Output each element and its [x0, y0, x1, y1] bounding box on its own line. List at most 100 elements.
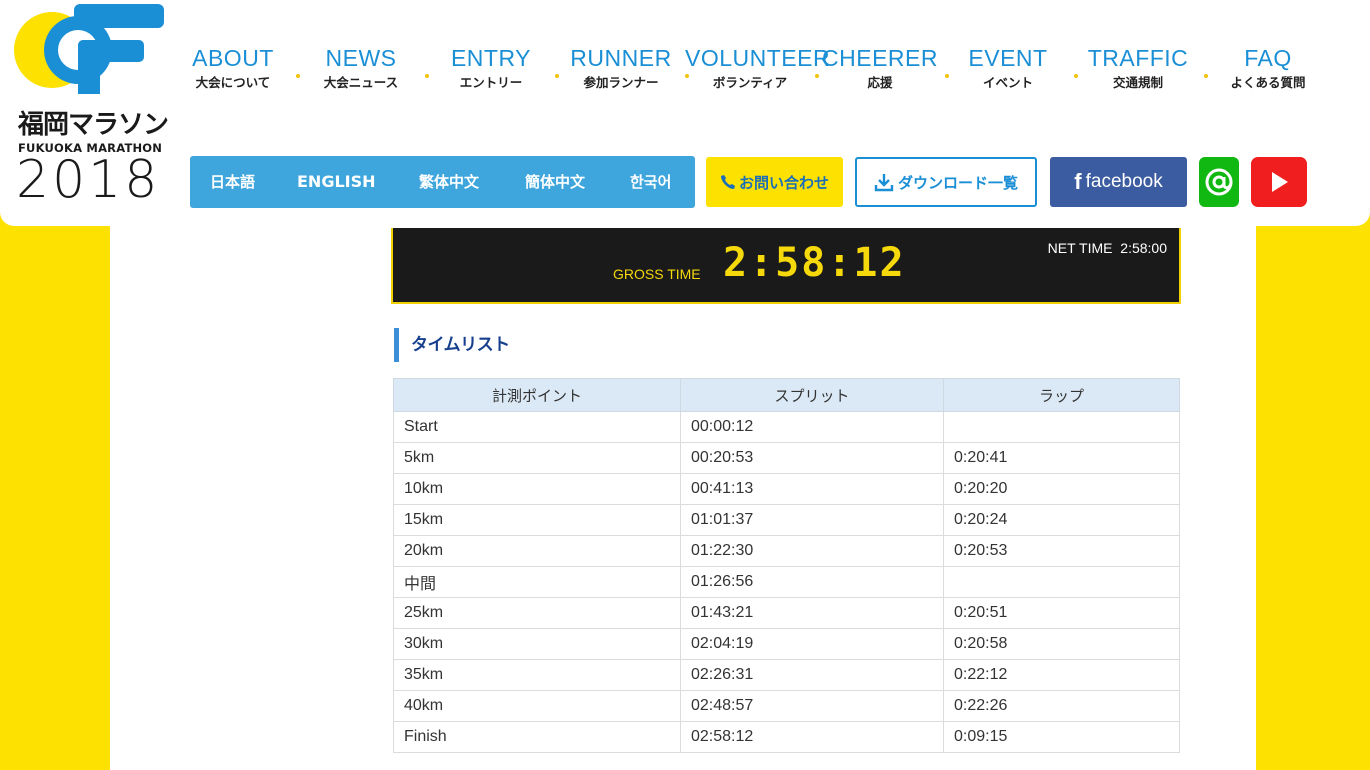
fukuoka-marathon-logo-mark — [14, 4, 164, 94]
download-icon — [874, 174, 894, 192]
nav-item-about[interactable]: ABOUT 大会について — [168, 44, 298, 92]
download-list-button[interactable]: ダウンロード一覧 — [855, 157, 1037, 207]
nav-item-event[interactable]: EVENT イベント — [943, 44, 1073, 92]
split-cell: 02:26:31 — [680, 659, 944, 691]
table-row: Start 00:00:12 — [393, 411, 1180, 443]
site-logo[interactable]: 福岡マラソン FUKUOKA MARATHON 2018 — [14, 4, 169, 210]
column-header-split: スプリット — [680, 378, 944, 412]
table-row: 10km 00:41:13 0:20:20 — [393, 473, 1180, 505]
checkpoint-cell: Start — [393, 411, 681, 443]
split-cell: 00:00:12 — [680, 411, 944, 443]
table-row: Finish 02:58:12 0:09:15 — [393, 721, 1180, 753]
contact-button[interactable]: お問い合わせ — [706, 157, 843, 207]
nav-label-jp: よくある質問 — [1230, 75, 1306, 90]
table-row: 15km 01:01:37 0:20:24 — [393, 504, 1180, 536]
table-row: 40km 02:48:57 0:22:26 — [393, 690, 1180, 722]
gross-time-label: GROSS TIME — [613, 266, 701, 282]
logo-title-jp: 福岡マラソン — [18, 110, 169, 140]
nav-label-jp: 参加ランナー — [583, 75, 659, 90]
checkpoint-cell: 40km — [393, 690, 681, 722]
race-timer: GROSS TIME 2:58:12 NET TIME 2:58:00 — [391, 228, 1181, 304]
column-header-lap: ラップ — [943, 378, 1180, 412]
nav-label-en: ABOUT — [192, 45, 274, 71]
table-row: 20km 01:22:30 0:20:53 — [393, 535, 1180, 567]
nav-item-faq[interactable]: FAQ よくある質問 — [1203, 44, 1333, 92]
lang-japanese[interactable]: 日本語 — [210, 156, 255, 208]
table-header-row: 計測ポイント スプリット ラップ — [393, 378, 1180, 412]
checkpoint-cell: 15km — [393, 504, 681, 536]
facebook-button-label: facebook — [1085, 171, 1163, 192]
lap-cell: 0:09:15 — [943, 721, 1180, 753]
split-cell: 01:01:37 — [680, 504, 944, 536]
phone-icon — [720, 175, 735, 189]
language-switcher: 日本語 ENGLISH 繁体中文 簡体中文 한국어 — [190, 156, 695, 208]
table-row: 5km 00:20:53 0:20:41 — [393, 442, 1180, 474]
contact-button-label: お問い合わせ — [738, 173, 829, 192]
split-cell: 02:48:57 — [680, 690, 944, 722]
nav-label-jp: イベント — [982, 75, 1033, 90]
nav-item-cheerer[interactable]: CHEERER 応援 — [815, 44, 945, 92]
checkpoint-cell: 30km — [393, 628, 681, 660]
checkpoint-cell: 35km — [393, 659, 681, 691]
download-button-label: ダウンロード一覧 — [897, 173, 1018, 192]
checkpoint-cell: 5km — [393, 442, 681, 474]
table-row: 30km 02:04:19 0:20:58 — [393, 628, 1180, 660]
checkpoint-cell: 中間 — [393, 566, 681, 598]
nav-label-en: ENTRY — [450, 45, 532, 71]
checkpoint-cell: 25km — [393, 597, 681, 629]
nav-label-en: FAQ — [1244, 45, 1292, 71]
youtube-button[interactable] — [1251, 157, 1307, 207]
split-cell: 01:26:56 — [680, 566, 944, 598]
nav-item-traffic[interactable]: TRAFFIC 交通規制 — [1073, 44, 1203, 92]
nav-item-runner[interactable]: RUNNER 参加ランナー — [556, 44, 686, 92]
checkpoint-cell: 10km — [393, 473, 681, 505]
table-row: 中間 01:26:56 — [393, 566, 1180, 598]
lap-cell: 0:20:24 — [943, 504, 1180, 536]
site-header: 福岡マラソン FUKUOKA MARATHON 2018 ABOUT 大会につい… — [0, 0, 1370, 226]
nav-label-en: EVENT — [968, 45, 1048, 71]
nav-label-en: VOLUNTEER — [685, 45, 831, 71]
checkpoint-cell: Finish — [393, 721, 681, 753]
main-nav: ABOUT 大会について NEWS 大会ニュース ENTRY エントリー RUN… — [168, 44, 1338, 100]
nav-item-entry[interactable]: ENTRY エントリー — [426, 44, 556, 92]
checkpoint-cell: 20km — [393, 535, 681, 567]
facebook-f-icon: f — [1074, 169, 1082, 194]
nav-label-jp: エントリー — [459, 75, 523, 90]
lap-cell: 0:20:51 — [943, 597, 1180, 629]
split-cell: 01:22:30 — [680, 535, 944, 567]
lap-cell — [943, 411, 1180, 443]
lang-korean[interactable]: 한국어 — [630, 156, 671, 208]
lap-cell: 0:20:58 — [943, 628, 1180, 660]
youtube-play-icon — [1272, 172, 1288, 192]
split-cell: 00:41:13 — [680, 473, 944, 505]
net-time-value: 2:58:00 — [1120, 240, 1167, 256]
nav-label-en: TRAFFIC — [1087, 45, 1189, 71]
split-cell: 02:58:12 — [680, 721, 944, 753]
nav-item-news[interactable]: NEWS 大会ニュース — [296, 44, 426, 92]
line-at-icon — [1205, 168, 1233, 196]
line-button[interactable] — [1199, 157, 1239, 207]
lap-cell: 0:20:41 — [943, 442, 1180, 474]
lap-cell — [943, 566, 1180, 598]
lap-cell: 0:22:26 — [943, 690, 1180, 722]
nav-label-en: CHEERER — [822, 45, 938, 71]
nav-label-jp: 大会について — [195, 75, 271, 90]
lang-traditional-chinese[interactable]: 繁体中文 — [419, 156, 479, 208]
nav-label-en: RUNNER — [570, 45, 672, 71]
split-cell: 00:20:53 — [680, 442, 944, 474]
table-row: 25km 01:43:21 0:20:51 — [393, 597, 1180, 629]
section-title: タイムリスト — [394, 328, 510, 362]
facebook-button[interactable]: f facebook — [1050, 157, 1187, 207]
nav-label-jp: ボランティア — [712, 75, 788, 90]
logo-year: 2018 — [16, 150, 161, 210]
lang-simplified-chinese[interactable]: 簡体中文 — [525, 156, 585, 208]
nav-label-jp: 交通規制 — [1112, 75, 1163, 90]
split-time-table: 計測ポイント スプリット ラップ Start 00:00:12 5km 00:2… — [393, 378, 1180, 753]
lang-english[interactable]: ENGLISH — [297, 156, 376, 208]
lap-cell: 0:20:20 — [943, 473, 1180, 505]
nav-label-jp: 応援 — [867, 75, 893, 90]
net-time: NET TIME 2:58:00 — [1048, 240, 1167, 256]
nav-item-volunteer[interactable]: VOLUNTEER ボランティア — [685, 44, 831, 92]
split-cell: 02:04:19 — [680, 628, 944, 660]
gross-time-value: 2:58:12 — [723, 240, 906, 286]
